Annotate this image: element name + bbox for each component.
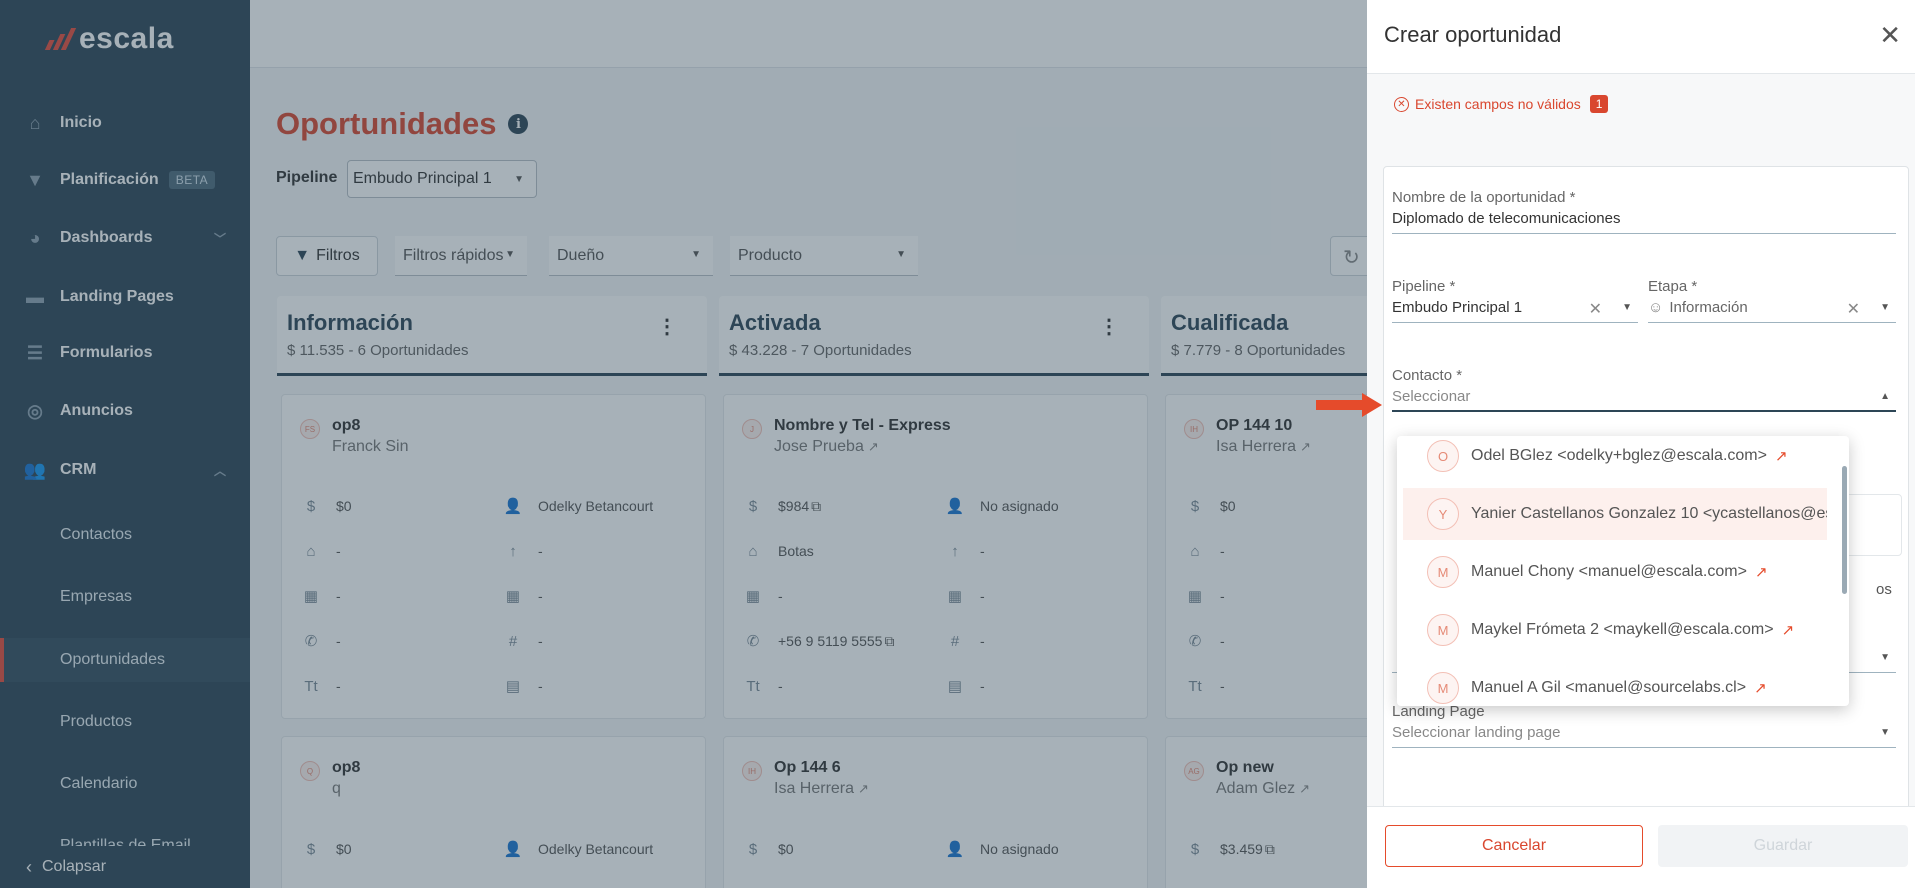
contact-avatar: M — [1427, 614, 1459, 646]
pipeline-select: Embudo Principal 1 ✕ ▼ — [1392, 299, 1638, 323]
contact-option[interactable]: M Manuel A Gil <manuel@sourcelabs.cl> ↗ — [1397, 662, 1837, 706]
arrow-right-icon — [1316, 393, 1384, 417]
clear-icon[interactable]: ✕ — [1589, 299, 1602, 319]
contact-avatar: Y — [1427, 498, 1459, 530]
contact-select: Seleccionar ▲ — [1392, 388, 1896, 412]
field-label: Contacto * — [1392, 367, 1463, 384]
external-link-icon[interactable]: ↗ — [1755, 563, 1768, 581]
caret-up-icon[interactable]: ▲ — [1880, 391, 1890, 402]
field-label: Pipeline * — [1392, 278, 1456, 295]
caret-down-icon: ▼ — [1880, 652, 1890, 663]
contact-option[interactable]: M Maykel Frómeta 2 <maykell@escala.com> … — [1397, 604, 1837, 656]
field-label: Nombre de la oportunidad * — [1392, 189, 1576, 206]
landing-placeholder: Seleccionar landing page — [1392, 724, 1561, 741]
contact-avatar: M — [1427, 672, 1459, 704]
contact-field[interactable]: Contacto * Seleccionar ▲ — [1392, 367, 1896, 412]
stage-field[interactable]: Etapa * ☺ Información ✕ ▼ — [1648, 278, 1896, 323]
contact-avatar: M — [1427, 556, 1459, 588]
external-link-icon[interactable]: ↗ — [1782, 621, 1795, 639]
validation-error: ✕ Existen campos no válidos 1 — [1394, 95, 1609, 113]
caret-down-icon[interactable]: ▼ — [1880, 302, 1890, 313]
close-icon[interactable]: ✕ — [1879, 20, 1901, 51]
contact-option-label: Manuel A Gil <manuel@sourcelabs.cl> — [1471, 679, 1747, 696]
scrollbar[interactable] — [1842, 466, 1847, 594]
save-button[interactable]: Guardar — [1658, 825, 1908, 867]
drawer-header: Crear oportunidad ✕ — [1367, 0, 1915, 74]
stage-select: ☺ Información ✕ ▼ — [1648, 299, 1896, 323]
hidden-field-fragment: os — [1876, 581, 1892, 598]
opportunity-name-input[interactable]: Diplomado de telecomunicaciones — [1392, 210, 1896, 234]
contact-option-label: Odel BGlez <odelky+bglez@escala.com> — [1471, 447, 1767, 464]
cancel-button[interactable]: Cancelar — [1385, 825, 1643, 867]
contact-option[interactable]: M Manuel Chony <manuel@escala.com> ↗ — [1397, 546, 1837, 598]
pipeline-field[interactable]: Pipeline * Embudo Principal 1 ✕ ▼ — [1392, 278, 1638, 323]
field-label: Etapa * — [1648, 278, 1698, 295]
external-link-icon[interactable]: ↗ — [1754, 679, 1767, 697]
landing-page-select: Seleccionar landing page ▼ — [1392, 724, 1896, 748]
error-count-badge: 1 — [1589, 95, 1609, 113]
external-link-icon[interactable]: ↗ — [1775, 447, 1788, 465]
contact-avatar: O — [1427, 440, 1459, 472]
clear-icon[interactable]: ✕ — [1847, 299, 1860, 319]
opportunity-name-field[interactable]: Nombre de la oportunidad * Diplomado de … — [1392, 189, 1896, 234]
modal-backdrop[interactable] — [0, 0, 1367, 888]
contact-option-label: Yanier Castellanos Gonzalez 10 <ycastell… — [1471, 505, 1827, 522]
contact-option-label: Manuel Chony <manuel@escala.com> — [1471, 563, 1747, 580]
landing-page-field[interactable]: Landing Page Seleccionar landing page ▼ — [1392, 703, 1896, 748]
caret-down-icon[interactable]: ▼ — [1880, 727, 1890, 738]
caret-down-icon[interactable]: ▼ — [1622, 302, 1632, 313]
contact-option-highlighted[interactable]: Y Yanier Castellanos Gonzalez 10 <ycaste… — [1403, 488, 1827, 540]
error-circle-icon: ✕ — [1394, 96, 1409, 112]
contact-dropdown-list[interactable]: O Odel BGlez <odelky+bglez@escala.com> ↗… — [1397, 436, 1849, 706]
drawer-title: Crear oportunidad — [1384, 22, 1562, 47]
contact-option[interactable]: O Odel BGlez <odelky+bglez@escala.com> ↗ — [1397, 436, 1837, 482]
stage-value: Información — [1669, 299, 1748, 316]
smiley-icon: ☺ — [1648, 299, 1664, 316]
pipeline-value: Embudo Principal 1 — [1392, 299, 1523, 316]
contact-placeholder: Seleccionar — [1392, 388, 1471, 405]
drawer-footer: Cancelar Guardar — [1367, 806, 1915, 888]
contact-option-label: Maykel Frómeta 2 <maykell@escala.com> — [1471, 621, 1774, 638]
error-message: Existen campos no válidos — [1415, 96, 1581, 112]
